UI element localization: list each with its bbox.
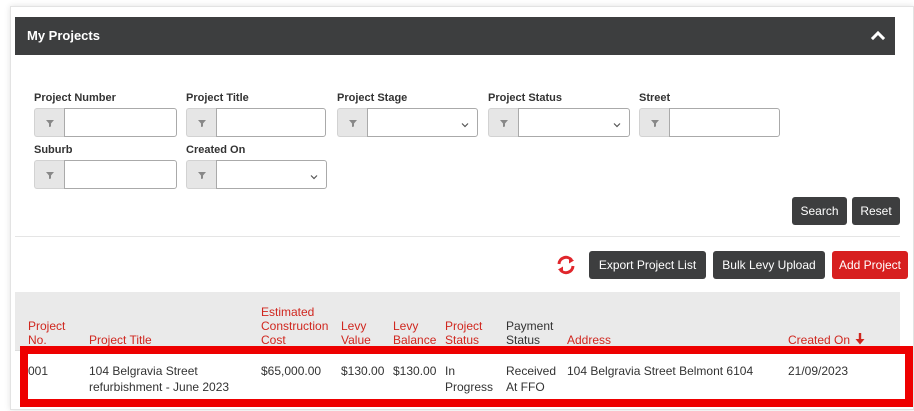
panel-title: My Projects [27,28,100,43]
column-header-levy-value[interactable]: Levy Value [341,319,371,347]
table-header: Project No. Project Title Estimated Cons… [15,292,900,350]
filter-icon[interactable] [639,108,669,137]
filter-icon[interactable] [186,160,216,189]
project-title-input[interactable] [216,108,326,137]
reset-button[interactable]: Reset [852,197,900,225]
chevron-down-icon [612,117,622,128]
divider [15,236,900,237]
refresh-icon[interactable] [555,254,577,276]
chevron-down-icon [309,169,319,180]
chevron-up-icon[interactable] [867,25,889,47]
project-number-input[interactable] [64,108,177,137]
column-header-levy-balance[interactable]: Levy Balance [393,319,436,347]
filter-icon[interactable] [337,108,367,137]
suburb-filter [34,160,177,189]
project-number-label: Project Number [34,92,116,104]
column-header-project-title[interactable]: Project Title [89,333,152,347]
add-project-button[interactable]: Add Project [832,251,908,279]
project-number-filter [34,108,177,137]
bulk-levy-upload-button[interactable]: Bulk Levy Upload [713,251,825,279]
column-header-payment-status: Payment Status [506,319,554,347]
column-header-project-no[interactable]: Project No. [28,319,65,347]
project-status-select[interactable] [518,108,630,137]
chevron-down-icon [460,117,470,128]
street-label: Street [639,92,671,104]
row-highlight-box [20,346,913,407]
filter-icon[interactable] [34,160,64,189]
created-on-label: Created On [186,144,246,156]
export-project-list-button[interactable]: Export Project List [589,251,706,279]
suburb-input[interactable] [64,160,177,189]
suburb-label: Suburb [34,144,73,156]
project-title-filter [186,108,326,137]
column-header-address[interactable]: Address [567,333,611,347]
project-stage-label: Project Stage [337,92,408,104]
column-header-project-status[interactable]: Project Status [445,319,482,347]
project-status-filter [488,108,630,137]
street-filter [639,108,780,137]
panel-header: My Projects [15,17,895,55]
filter-icon[interactable] [34,108,64,137]
project-stage-select[interactable] [367,108,478,137]
created-on-select[interactable] [216,160,327,189]
street-input[interactable] [669,108,780,137]
created-on-filter [186,160,327,189]
column-header-estimated-construction-cost[interactable]: Estimated Construction Cost [261,305,328,347]
search-button[interactable]: Search [792,197,847,225]
filter-icon[interactable] [186,108,216,137]
filter-icon[interactable] [488,108,518,137]
project-title-label: Project Title [186,92,249,104]
project-status-label: Project Status [488,92,562,104]
project-stage-filter [337,108,478,137]
